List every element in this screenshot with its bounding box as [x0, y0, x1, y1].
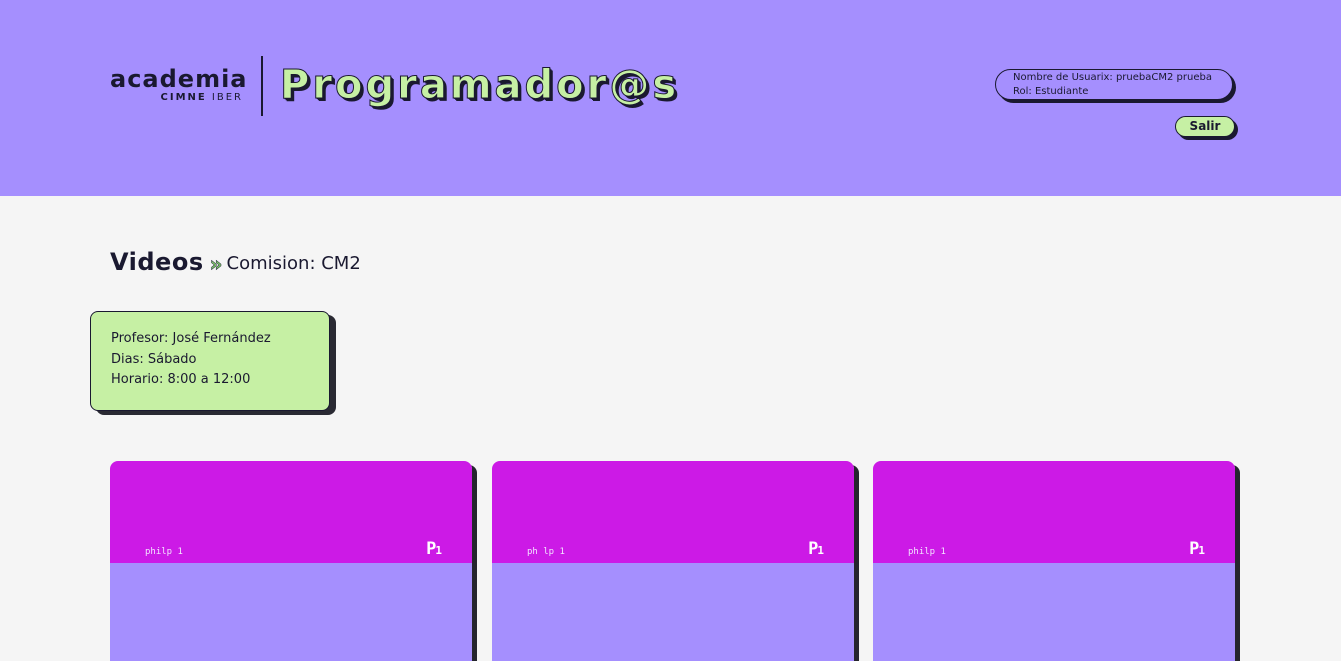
video-card[interactable]: philp 1 P1	[110, 461, 472, 661]
header-bar: academia CIMNE IBER Programador@s Nombre…	[0, 0, 1341, 196]
user-info-box: Nombre de Usuarix: pruebaCM2 prueba Rol:…	[995, 69, 1233, 100]
page-subtitle: Comision: CM2	[226, 253, 361, 274]
video-logo-number: 1	[435, 544, 442, 557]
video-caption: ph lp 1	[527, 547, 565, 557]
video-card[interactable]: ph lp 1 P1	[492, 461, 854, 661]
academia-logo[interactable]: academia CIMNE IBER	[110, 65, 248, 104]
logo-sub-text: CIMNE IBER	[110, 92, 245, 104]
video-caption: philp 1	[908, 547, 946, 557]
chevron-right-icon: »	[209, 252, 223, 277]
logo-sub-a: CIMNE	[160, 92, 207, 103]
professor-text: Profesor: José Fernández	[111, 331, 271, 346]
video-logo-letter: P	[808, 539, 818, 559]
page-title: Videos	[110, 248, 204, 276]
logo-sub-b: IBER	[211, 92, 243, 103]
video-logo-mark: P1	[808, 539, 824, 559]
course-info-card: Profesor: José Fernández Dias: Sábado Ho…	[90, 311, 330, 411]
video-logo-mark: P1	[426, 539, 442, 559]
video-card-body	[873, 563, 1235, 661]
video-card-body	[110, 563, 472, 661]
brand-title: Programador@s	[279, 62, 680, 109]
schedule-text: Horario: 8:00 a 12:00	[111, 372, 251, 387]
logo-main-text: academia	[110, 65, 248, 93]
video-logo-number: 1	[817, 544, 824, 557]
days-text: Dias: Sábado	[111, 351, 197, 367]
page-heading: Videos » Comision: CM2	[110, 244, 361, 276]
user-name: Nombre de Usuarix: pruebaCM2 prueba	[1013, 72, 1212, 83]
video-logo-mark: P1	[1189, 539, 1205, 559]
video-logo-letter: P	[426, 539, 436, 559]
video-card-body	[492, 563, 854, 661]
video-logo-letter: P	[1189, 539, 1199, 559]
video-thumbnail[interactable]: philp 1 P1	[873, 461, 1235, 563]
user-role: Rol: Estudiante	[1013, 86, 1089, 97]
video-thumbnail[interactable]: ph lp 1 P1	[492, 461, 854, 563]
video-thumbnail[interactable]: philp 1 P1	[110, 461, 472, 563]
logout-button[interactable]: Salir	[1175, 116, 1235, 137]
logo-divider	[261, 56, 263, 116]
video-caption: philp 1	[145, 547, 183, 557]
video-logo-number: 1	[1198, 544, 1205, 557]
video-card[interactable]: philp 1 P1	[873, 461, 1235, 661]
